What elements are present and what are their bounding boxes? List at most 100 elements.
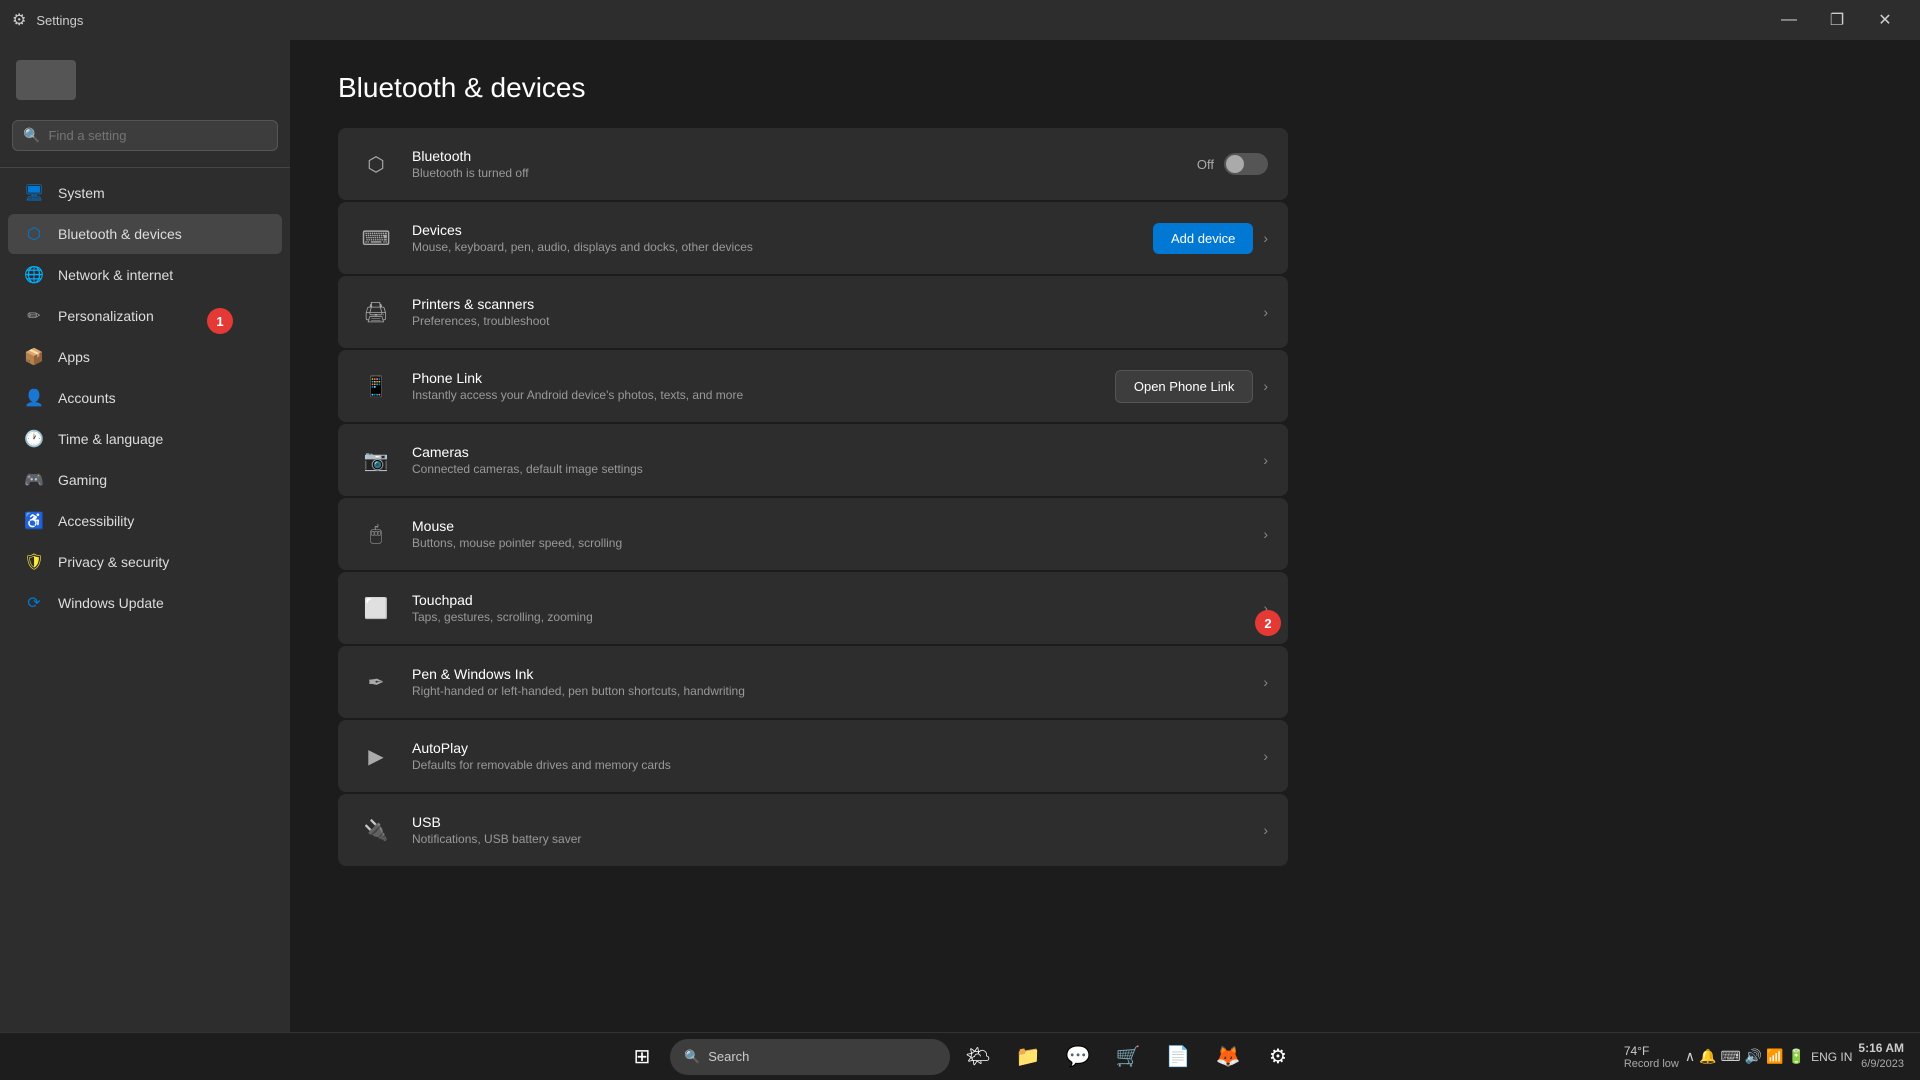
nav-label-bluetooth: Bluetooth & devices [58, 226, 182, 242]
sidebar-item-privacy[interactable]: 🛡 Privacy & security [8, 542, 282, 582]
taskbar-center: ⊞ 🔍 Search 🌤 📁 💬 🛒 📄 🦊 ⚙ [620, 1035, 1300, 1079]
setting-desc-bluetooth: Bluetooth is turned off [412, 166, 1179, 180]
setting-icon-touchpad: ⬜ [358, 590, 394, 626]
nav-label-accounts: Accounts [58, 390, 116, 406]
taskbar-icons: ∧ 🔔 ⌨ 🔊 📶 🔋 [1685, 1048, 1805, 1065]
settings-item-printers[interactable]: 🖨 Printers & scanners Preferences, troub… [338, 276, 1288, 348]
nav-label-gaming: Gaming [58, 472, 107, 488]
setting-title-touchpad: Touchpad [412, 592, 1245, 608]
nav-icon-time: 🕐 [24, 429, 44, 449]
setting-desc-autoplay: Defaults for removable drives and memory… [412, 758, 1245, 772]
setting-icon-cameras: 📷 [358, 442, 394, 478]
sidebar-item-bluetooth[interactable]: ⬡ Bluetooth & devices [8, 214, 282, 254]
keyboard-icon[interactable]: ⌨ [1721, 1048, 1741, 1065]
network-icon[interactable]: 📶 [1766, 1048, 1783, 1065]
page-title: Bluetooth & devices [338, 72, 1872, 104]
setting-title-printers: Printers & scanners [412, 296, 1245, 312]
setting-action-mouse: › [1263, 526, 1268, 542]
settings-item-usb[interactable]: 🔌 USB Notifications, USB battery saver › [338, 794, 1288, 866]
search-box[interactable]: 🔍 [12, 120, 278, 151]
setting-title-cameras: Cameras [412, 444, 1245, 460]
nav-label-time: Time & language [58, 431, 163, 447]
setting-text-mouse: Mouse Buttons, mouse pointer speed, scro… [412, 518, 1245, 550]
taskbar-lang[interactable]: ENG IN [1811, 1050, 1852, 1064]
sidebar-item-time[interactable]: 🕐 Time & language [8, 419, 282, 459]
sidebar-item-system[interactable]: 🖥 System [8, 173, 282, 213]
sidebar-item-gaming[interactable]: 🎮 Gaming [8, 460, 282, 500]
setting-text-autoplay: AutoPlay Defaults for removable drives a… [412, 740, 1245, 772]
settings-item-mouse[interactable]: 🖱 Mouse Buttons, mouse pointer speed, sc… [338, 498, 1288, 570]
setting-text-bluetooth: Bluetooth Bluetooth is turned off [412, 148, 1179, 180]
settings-item-phonelink[interactable]: 📱 Phone Link Instantly access your Andro… [338, 350, 1288, 422]
taskbar-files[interactable]: 📄 [1156, 1035, 1200, 1079]
sidebar-item-update[interactable]: ⟳ Windows Update [8, 583, 282, 623]
chevron-icon: › [1263, 822, 1268, 838]
notification-icon[interactable]: 🔔 [1699, 1048, 1716, 1065]
taskbar-settings-icon[interactable]: ⚙ [1256, 1035, 1300, 1079]
nav-icon-apps: 📦 [24, 347, 44, 367]
sidebar-item-network[interactable]: 🌐 Network & internet [8, 255, 282, 295]
clock-date: 6/9/2023 [1858, 1057, 1904, 1072]
avatar [16, 60, 76, 100]
maximize-button[interactable]: ❐ [1814, 4, 1860, 36]
toggle-bluetooth[interactable] [1224, 153, 1268, 175]
nav-icon-privacy: 🛡 [24, 552, 44, 572]
taskbar-firefox[interactable]: 🦊 [1206, 1035, 1250, 1079]
taskbar-clock[interactable]: 5:16 AM 6/9/2023 [1858, 1040, 1904, 1072]
nav-icon-update: ⟳ [24, 593, 44, 613]
taskbar-explorer[interactable]: 📁 [1006, 1035, 1050, 1079]
setting-icon-devices: ⌨ [358, 220, 394, 256]
chevron-icon: › [1263, 526, 1268, 542]
sidebar-item-accessibility[interactable]: ♿ Accessibility [8, 501, 282, 541]
taskbar-store[interactable]: 🛒 [1106, 1035, 1150, 1079]
setting-action-devices: Add device › [1153, 223, 1268, 254]
title-bar-left: ⚙ Settings [12, 10, 83, 30]
taskbar-teams[interactable]: 💬 [1056, 1035, 1100, 1079]
sidebar-item-accounts[interactable]: 👤 Accounts [8, 378, 282, 418]
setting-action-pen: › [1263, 674, 1268, 690]
setting-text-touchpad: Touchpad Taps, gestures, scrolling, zoom… [412, 592, 1245, 624]
search-icon: 🔍 [684, 1049, 700, 1065]
settings-item-autoplay[interactable]: ▶ AutoPlay Defaults for removable drives… [338, 720, 1288, 792]
setting-icon-pen: ✒ [358, 664, 394, 700]
settings-item-bluetooth[interactable]: ⬡ Bluetooth Bluetooth is turned off Off [338, 128, 1288, 200]
open-phone-link-button[interactable]: Open Phone Link [1115, 370, 1253, 403]
minimize-button[interactable]: — [1766, 4, 1812, 36]
window-title: Settings [36, 13, 83, 28]
sidebar-item-personalization[interactable]: ✏ Personalization [8, 296, 282, 336]
chevron-icon: › [1263, 452, 1268, 468]
taskbar-weather-temp: 74°F [1624, 1044, 1679, 1058]
close-button[interactable]: ✕ [1862, 4, 1908, 36]
search-input[interactable] [48, 128, 267, 143]
setting-text-cameras: Cameras Connected cameras, default image… [412, 444, 1245, 476]
chevron-up-icon[interactable]: ∧ [1685, 1048, 1695, 1065]
setting-title-devices: Devices [412, 222, 1135, 238]
settings-item-devices[interactable]: ⌨ Devices Mouse, keyboard, pen, audio, d… [338, 202, 1288, 274]
volume-icon[interactable]: 🔊 [1745, 1048, 1762, 1065]
nav-icon-accounts: 👤 [24, 388, 44, 408]
setting-desc-pen: Right-handed or left-handed, pen button … [412, 684, 1245, 698]
nav-label-personalization: Personalization [58, 308, 154, 324]
taskbar-search[interactable]: 🔍 Search [670, 1039, 950, 1075]
nav-icon-accessibility: ♿ [24, 511, 44, 531]
chevron-icon: › [1263, 304, 1268, 320]
add-device-button[interactable]: Add device [1153, 223, 1253, 254]
taskbar-search-label: Search [708, 1049, 749, 1064]
setting-desc-mouse: Buttons, mouse pointer speed, scrolling [412, 536, 1245, 550]
chevron-icon: › [1263, 748, 1268, 764]
sidebar-item-apps[interactable]: 📦 Apps [8, 337, 282, 377]
start-button[interactable]: ⊞ [620, 1035, 664, 1079]
setting-icon-printers: 🖨 [358, 294, 394, 330]
taskbar-widgets[interactable]: 🌤 [956, 1035, 1000, 1079]
settings-item-cameras[interactable]: 📷 Cameras Connected cameras, default ima… [338, 424, 1288, 496]
setting-text-devices: Devices Mouse, keyboard, pen, audio, dis… [412, 222, 1135, 254]
battery-icon[interactable]: 🔋 [1788, 1048, 1805, 1065]
setting-icon-bluetooth: ⬡ [358, 146, 394, 182]
settings-item-pen[interactable]: ✒ Pen & Windows Ink Right-handed or left… [338, 646, 1288, 718]
setting-action-cameras: › [1263, 452, 1268, 468]
setting-desc-printers: Preferences, troubleshoot [412, 314, 1245, 328]
settings-item-touchpad[interactable]: ⬜ Touchpad Taps, gestures, scrolling, zo… [338, 572, 1288, 644]
setting-action-printers: › [1263, 304, 1268, 320]
nav-label-network: Network & internet [58, 267, 173, 283]
setting-desc-phonelink: Instantly access your Android device's p… [412, 388, 1097, 402]
